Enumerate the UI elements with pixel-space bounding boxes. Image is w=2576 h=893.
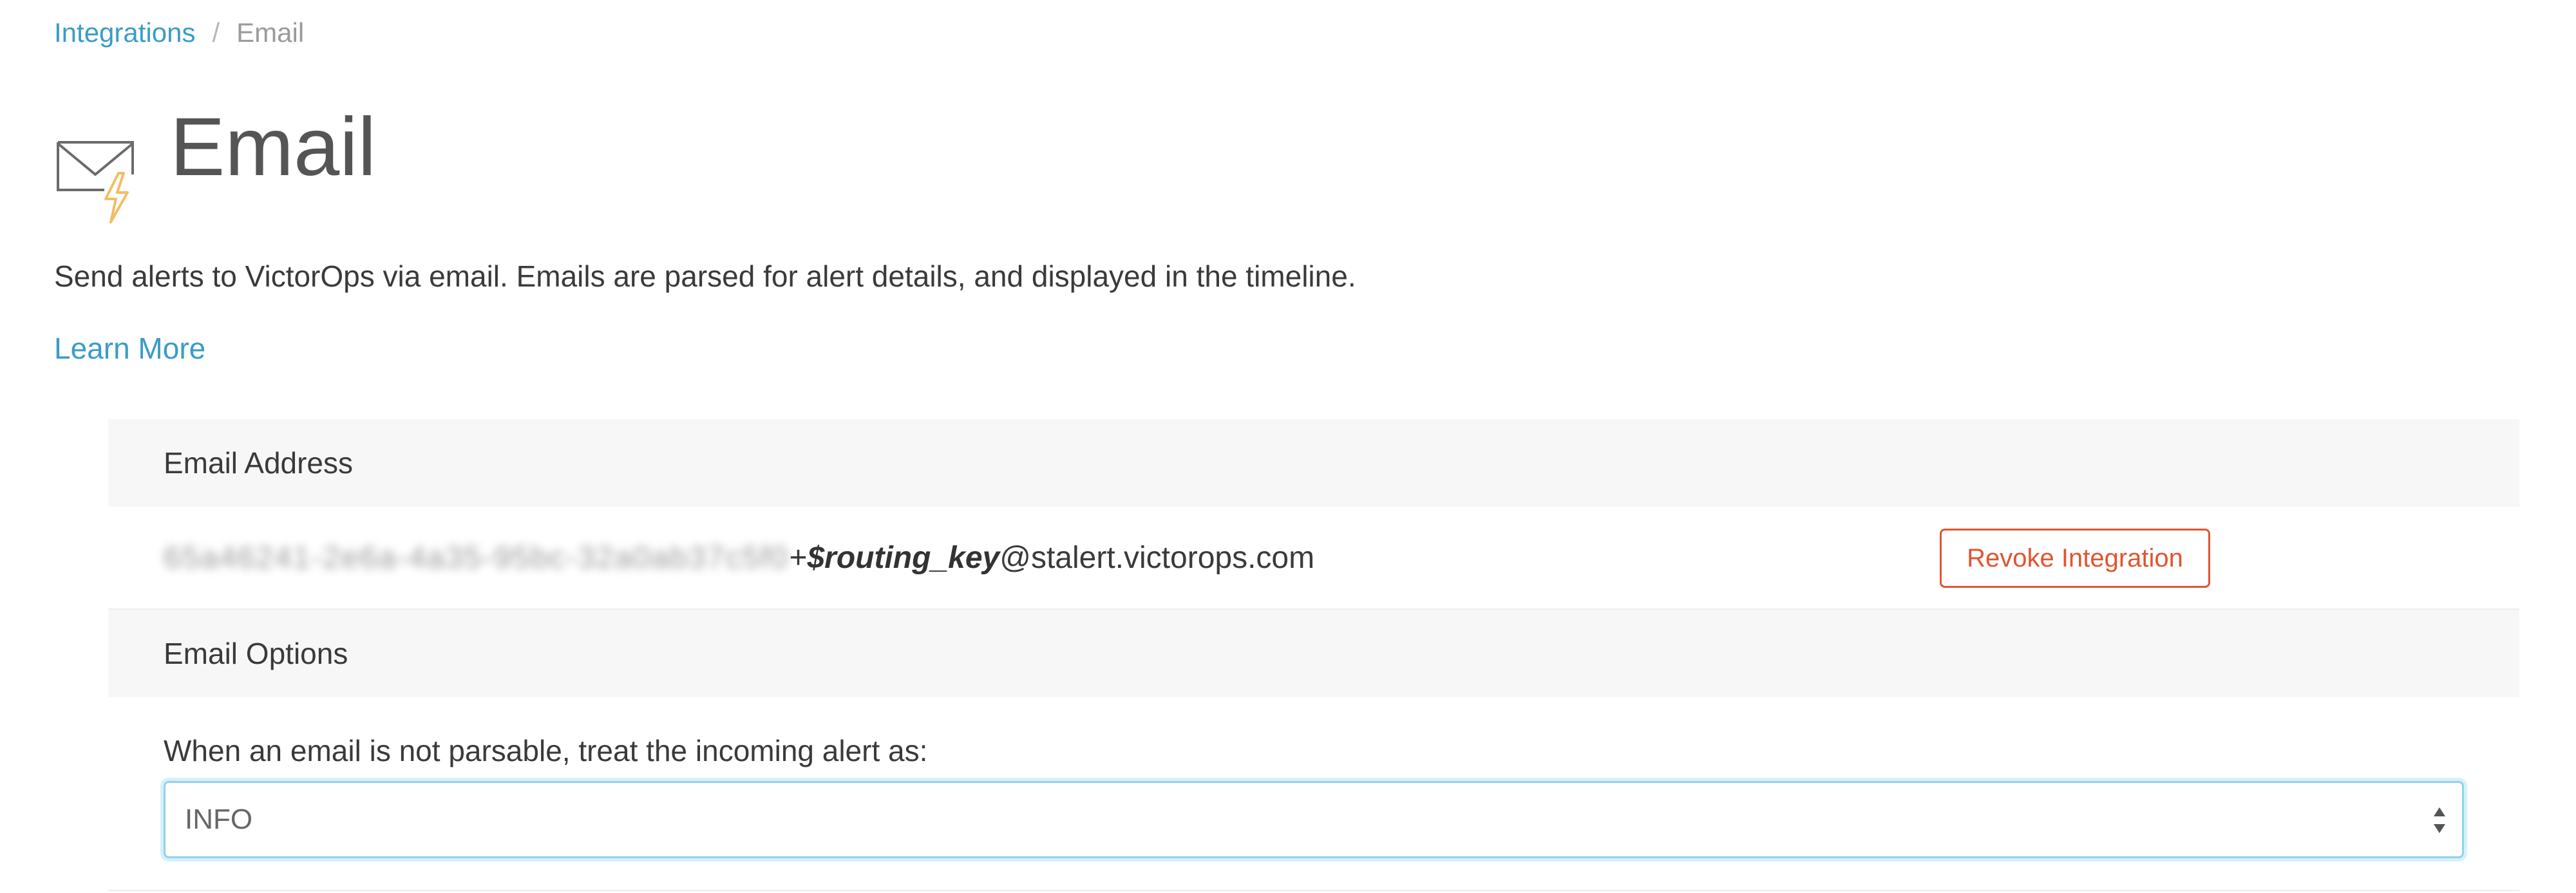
email-address-section-header: Email Address bbox=[108, 419, 2519, 507]
learn-more-link[interactable]: Learn More bbox=[54, 330, 205, 367]
email-integration-panel: Email Address 65a46241-2e6a-4a35-95bc-32… bbox=[108, 419, 2519, 890]
email-options-body: When an email is not parsable, treat the… bbox=[108, 697, 2519, 890]
email-address-row: 65a46241-2e6a-4a35-95bc-32a0ab37c5f0 + $… bbox=[108, 507, 2519, 610]
email-address-plus: + bbox=[789, 540, 808, 575]
bottom-divider bbox=[108, 890, 2519, 891]
email-address-section-title: Email Address bbox=[164, 446, 354, 480]
envelope-lightning-icon bbox=[57, 140, 134, 223]
unparsable-alert-label: When an email is not parsable, treat the… bbox=[164, 734, 928, 767]
email-address-prefix: 65a46241-2e6a-4a35-95bc-32a0ab37c5f0 bbox=[164, 540, 790, 575]
integration-description: Send alerts to VictorOps via email. Emai… bbox=[54, 259, 1356, 293]
breadcrumb-current: Email bbox=[236, 17, 305, 48]
routing-key-placeholder: $routing_key bbox=[807, 540, 1000, 575]
breadcrumb: Integrations / Email bbox=[54, 17, 304, 49]
alert-severity-select[interactable]: INFO bbox=[164, 781, 2464, 858]
email-address-domain: @stalert.victorops.com bbox=[999, 540, 1315, 575]
page-header: Email bbox=[54, 101, 376, 251]
email-options-section-title: Email Options bbox=[164, 637, 348, 670]
breadcrumb-integrations-link[interactable]: Integrations bbox=[54, 17, 195, 49]
breadcrumb-separator: / bbox=[212, 17, 220, 48]
alert-severity-selected-value: INFO bbox=[185, 804, 253, 835]
email-options-section-header: Email Options bbox=[108, 610, 2519, 697]
select-arrows-icon bbox=[2434, 807, 2445, 833]
revoke-integration-button[interactable]: Revoke Integration bbox=[1940, 529, 2210, 588]
page-title: Email bbox=[170, 101, 377, 193]
